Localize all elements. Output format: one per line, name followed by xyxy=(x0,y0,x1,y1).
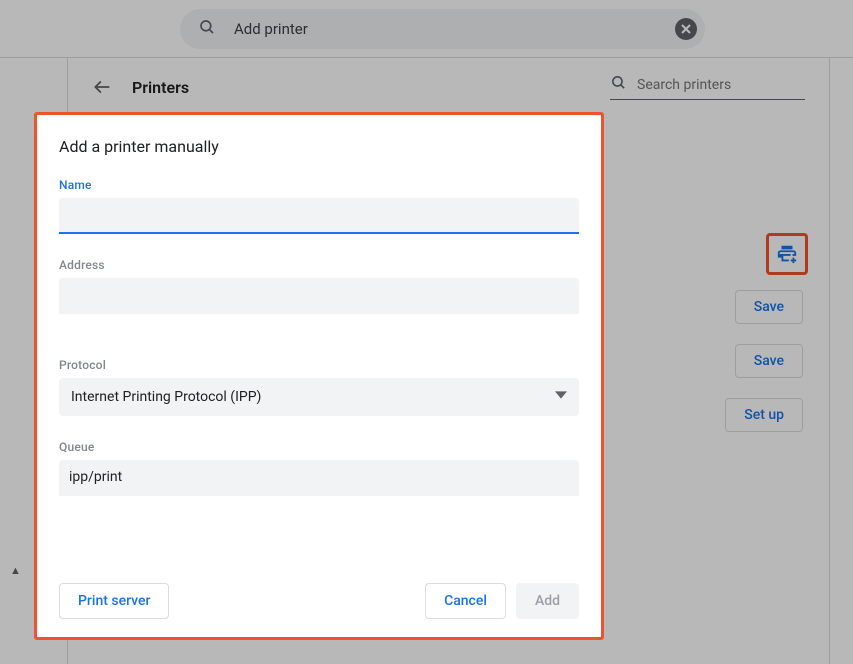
add-printer-button-highlight[interactable] xyxy=(766,233,808,275)
expand-sidebar-icon[interactable]: ▲ xyxy=(10,564,21,577)
name-input[interactable] xyxy=(59,198,579,234)
protocol-label: Protocol xyxy=(59,358,579,372)
queue-label: Queue xyxy=(59,440,579,454)
add-printer-dialog: Add a printer manually Name Address Prot… xyxy=(34,112,604,640)
chevron-down-icon xyxy=(555,389,567,405)
back-arrow-icon[interactable] xyxy=(92,77,112,97)
search-icon xyxy=(198,18,216,40)
cancel-button[interactable]: Cancel xyxy=(425,583,506,619)
settings-page: Add printer Printers xyxy=(0,0,853,664)
dialog-actions: Print server Cancel Add xyxy=(59,583,579,619)
clear-search-icon[interactable] xyxy=(675,18,697,40)
protocol-value: Internet Printing Protocol (IPP) xyxy=(71,389,261,405)
address-input[interactable] xyxy=(59,278,579,314)
queue-input[interactable] xyxy=(59,460,579,496)
protocol-select[interactable]: Internet Printing Protocol (IPP) xyxy=(59,378,579,416)
search-icon xyxy=(610,74,627,95)
address-label: Address xyxy=(59,258,579,272)
settings-search-value: Add printer xyxy=(234,20,657,38)
print-server-button[interactable]: Print server xyxy=(59,583,169,619)
dialog-title: Add a printer manually xyxy=(59,137,579,156)
settings-search-box[interactable]: Add printer xyxy=(180,9,705,49)
side-button-stack: Save Save Set up xyxy=(725,290,803,432)
printer-plus-icon xyxy=(776,243,798,265)
setup-button[interactable]: Set up xyxy=(725,398,803,432)
section-header: Printers xyxy=(68,58,829,116)
save-button[interactable]: Save xyxy=(735,344,803,378)
section-title: Printers xyxy=(132,78,189,97)
search-printers-field[interactable] xyxy=(610,74,805,100)
name-label: Name xyxy=(59,178,579,192)
save-button[interactable]: Save xyxy=(735,290,803,324)
topbar: Add printer xyxy=(0,0,853,58)
search-printers-input[interactable] xyxy=(637,77,805,93)
add-button[interactable]: Add xyxy=(516,583,579,619)
